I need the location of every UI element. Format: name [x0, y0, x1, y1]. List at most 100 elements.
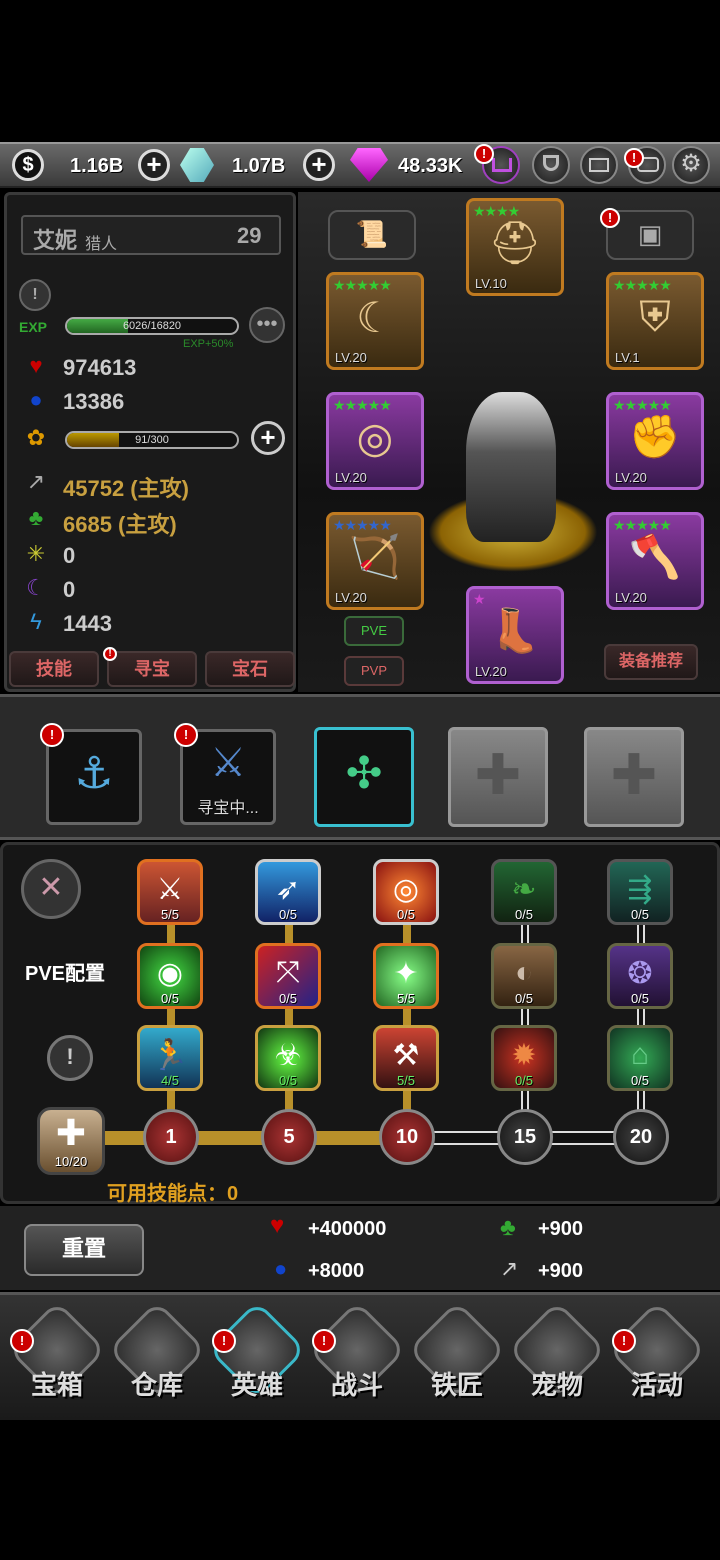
- add-pet-button[interactable]: +: [251, 421, 285, 455]
- equip-slot-necklace[interactable]: ★★★★★ ☾ LV.20: [326, 272, 424, 370]
- skill-count: 0/5: [278, 991, 298, 1006]
- dual-arrow-icon: ⤧: [276, 956, 300, 989]
- equip-slot-helmet[interactable]: ★★★★ ⛑ LV.10: [466, 198, 564, 296]
- attack-value: 45752 (主攻): [63, 476, 189, 501]
- skill-2-3[interactable]: ✦ 5/5: [373, 943, 439, 1009]
- skill-tree-panel: ✕ PVE配置 ! ⚔ 5/5 ➶ 0/5 ◎ 0/5 ❧ 0/5 ⇶ 0/5 ◉ 0/5 …: [0, 842, 720, 1205]
- tab-treasure[interactable]: 寻宝: [107, 651, 197, 687]
- axe-icon: 🪓: [628, 533, 682, 580]
- reset-button[interactable]: 重置: [24, 1224, 144, 1276]
- nav-hero[interactable]: 英雄: [207, 1300, 307, 1405]
- tab-gems[interactable]: 宝石: [205, 651, 295, 687]
- crossbow-icon: ✣: [345, 749, 383, 798]
- slot-level: LV.20: [615, 470, 647, 485]
- nav-chest[interactable]: 宝箱: [7, 1300, 107, 1405]
- skill-points-badge[interactable]: ✚ 10/20: [37, 1107, 105, 1175]
- hero-character[interactable]: [466, 392, 556, 542]
- scroll-button[interactable]: 📜: [328, 210, 416, 260]
- nav-battle[interactable]: 战斗: [307, 1300, 407, 1405]
- totem-icon: ⌂: [630, 1038, 650, 1071]
- skill-set-3-selected[interactable]: ✣: [314, 727, 414, 827]
- skill-3-5[interactable]: ⌂ 0/5: [607, 1025, 673, 1091]
- skill-1-1[interactable]: ⚔ 5/5: [137, 859, 203, 925]
- cart-icon: [492, 158, 512, 172]
- skill-3-2[interactable]: ☣ 0/5: [255, 1025, 321, 1091]
- bonus-agility: +900: [538, 1218, 584, 1240]
- mail-button[interactable]: [580, 146, 618, 184]
- skill-1-4[interactable]: ❧ 0/5: [491, 859, 557, 925]
- settings-button[interactable]: ⚙: [672, 146, 710, 184]
- ranking-button[interactable]: [532, 146, 570, 184]
- skill-count: 0/5: [396, 907, 416, 922]
- skill-count: 0/5: [514, 1073, 534, 1088]
- shop-alert-icon: !: [474, 144, 494, 164]
- dollar-icon: $: [12, 149, 44, 181]
- skill-3-4[interactable]: ✹ 0/5: [491, 1025, 557, 1091]
- tab-skills[interactable]: 技能: [9, 651, 99, 687]
- crystal-amount: 1.07B: [232, 155, 286, 177]
- nav-warehouse[interactable]: 仓库: [107, 1300, 207, 1405]
- slot-stars: ★★★★★: [333, 397, 392, 413]
- skill-count: 5/5: [396, 1073, 416, 1088]
- add-gold-button[interactable]: +: [138, 149, 170, 181]
- skill-2-1[interactable]: ◉ 0/5: [137, 943, 203, 1009]
- info-button[interactable]: !: [19, 279, 51, 311]
- pvp-toggle[interactable]: PVP: [344, 656, 404, 686]
- nav-blacksmith[interactable]: 铁匠: [407, 1300, 507, 1405]
- close-icon[interactable]: ✕: [21, 859, 81, 919]
- heart-icon: ♥: [270, 1212, 285, 1239]
- slot-stars: ★★★★★: [613, 397, 672, 413]
- pet-text: 91/300: [135, 434, 169, 446]
- poison-icon: ☣: [274, 1039, 302, 1072]
- tree-info-button[interactable]: !: [47, 1035, 93, 1081]
- flame-icon: ✹: [511, 1039, 537, 1072]
- skill-1-5[interactable]: ⇶ 0/5: [607, 859, 673, 925]
- mana-drop-icon: ●: [29, 387, 43, 412]
- more-button[interactable]: •••: [249, 307, 285, 343]
- anchor-icon: ⚓: [74, 749, 114, 798]
- sword-icon: ↗: [500, 1256, 519, 1281]
- boots-icon: 👢: [488, 607, 542, 654]
- equip-slot-offhand[interactable]: ★★★★★ 🪓 LV.20: [606, 512, 704, 610]
- add-crystal-button[interactable]: +: [303, 149, 335, 181]
- nav-pet[interactable]: 宠物: [507, 1300, 607, 1405]
- gold-amount: 1.16B: [70, 155, 124, 177]
- nav-label: 战斗: [330, 1370, 383, 1400]
- equipment-recommend-button[interactable]: 装备推荐: [604, 644, 698, 680]
- nav-events[interactable]: 活动: [607, 1300, 707, 1405]
- skill-set-4-empty[interactable]: ✚: [448, 727, 548, 827]
- equip-slot-armor[interactable]: ★★★★★ ⛨ LV.1: [606, 272, 704, 370]
- skill-2-4[interactable]: ◐ 0/5: [491, 943, 557, 1009]
- skill-set-5-empty[interactable]: ✚: [584, 727, 684, 827]
- heart-icon: ♥: [29, 353, 43, 378]
- skill-1-2[interactable]: ➶ 0/5: [255, 859, 321, 925]
- equip-slot-gloves[interactable]: ★★★★★ ✊ LV.20: [606, 392, 704, 490]
- set2-alert-icon: !: [174, 723, 198, 747]
- crystal-icon: [180, 148, 214, 182]
- skill-3-3[interactable]: ⚒ 5/5: [373, 1025, 439, 1091]
- slot-level: LV.10: [475, 276, 507, 291]
- plus-icon: ✚: [55, 1112, 87, 1153]
- slot-level: LV.20: [615, 590, 647, 605]
- slot-level: LV.20: [475, 664, 507, 679]
- equip-slot-boots[interactable]: ★ 👢 LV.20: [466, 586, 564, 684]
- necklace-icon: ☾: [356, 294, 394, 341]
- skill-2-2[interactable]: ⤧ 0/5: [255, 943, 321, 1009]
- gloves-icon: ✊: [628, 413, 682, 460]
- paw-icon: ✿: [26, 425, 46, 450]
- skill-1-3[interactable]: ◎ 0/5: [373, 859, 439, 925]
- skill-count: 0/5: [514, 991, 534, 1006]
- add-cross-icon: ✚: [610, 743, 658, 806]
- skill-3-1[interactable]: 🏃 4/5: [137, 1025, 203, 1091]
- skill-count: 0/5: [630, 1073, 650, 1088]
- scroll-icon: 📜: [355, 219, 389, 249]
- equip-slot-weapon[interactable]: ★★★★★ 🏹 LV.20: [326, 512, 424, 610]
- pve-toggle[interactable]: PVE: [344, 616, 404, 646]
- skill-2-5[interactable]: ❂ 0/5: [607, 943, 673, 1009]
- exp-bonus: EXP+50%: [183, 338, 234, 350]
- skill-count: 5/5: [160, 907, 180, 922]
- hero-class: 猎人: [85, 236, 118, 253]
- trophy-icon: [543, 155, 559, 171]
- bonus-hp: +400000: [308, 1218, 387, 1240]
- equip-slot-ring[interactable]: ★★★★★ ◎ LV.20: [326, 392, 424, 490]
